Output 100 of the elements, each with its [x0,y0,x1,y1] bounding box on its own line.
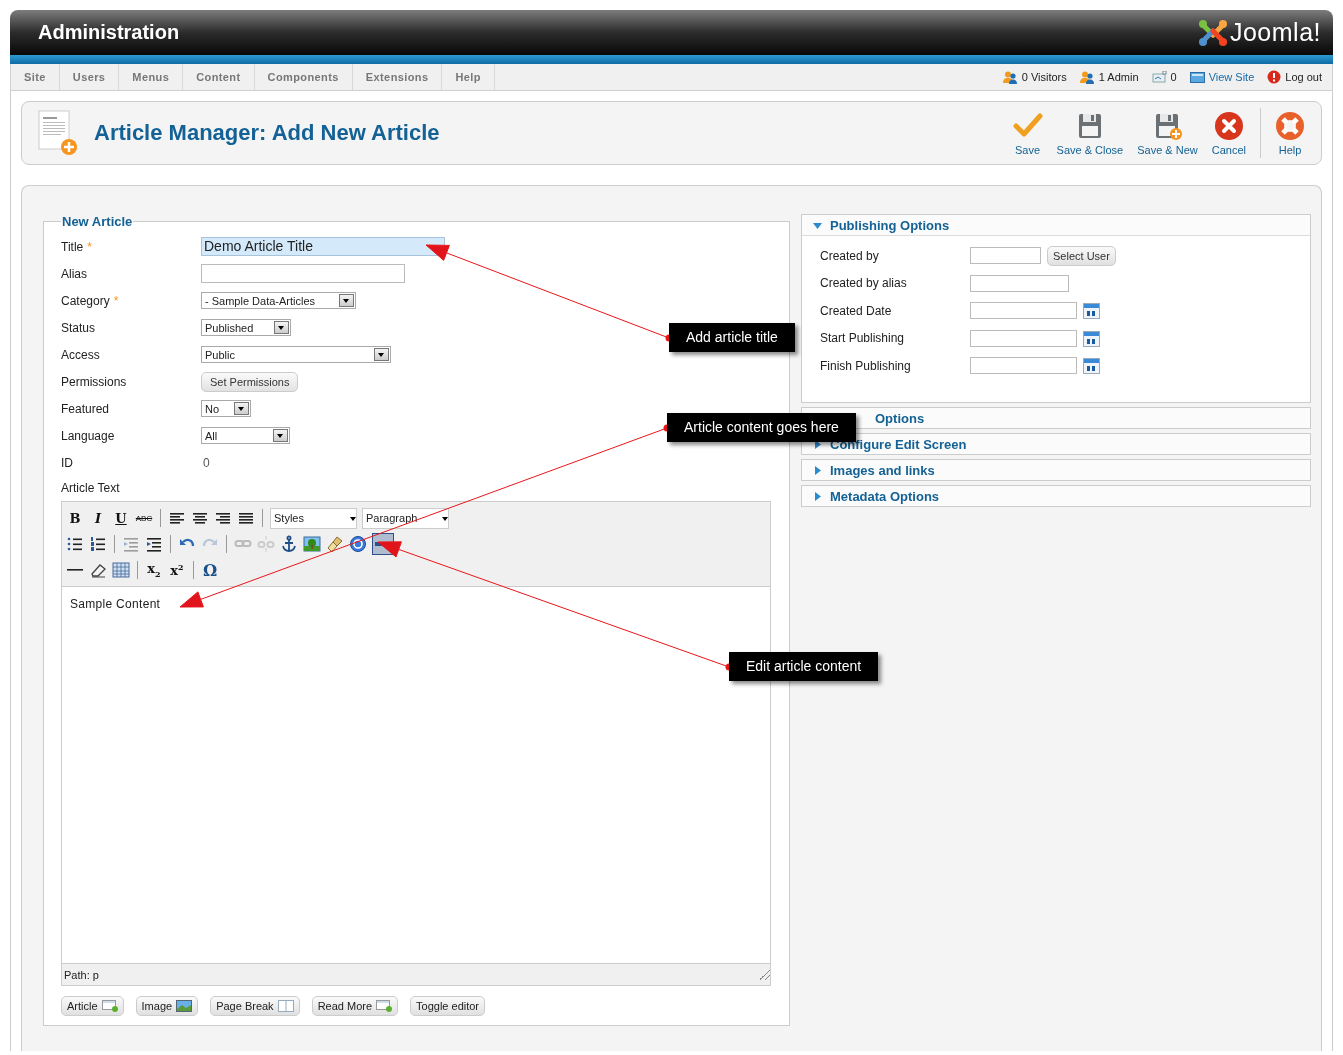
field-label: Featured [61,401,110,416]
field-label: Start Publishing [820,331,906,346]
format-dropdown[interactable]: Paragraph [362,507,449,529]
charmap-button[interactable]: Ω [201,560,219,580]
status-text: 0 Visitors [1021,71,1067,83]
header-title: Administration [38,21,180,44]
menu-item[interactable]: Site [11,64,60,90]
anchor-icon[interactable] [280,535,298,553]
image-icon [176,1000,193,1012]
field-label: Access [61,347,100,362]
field-label: Title [61,239,84,254]
status-text: 0 [1170,71,1177,83]
italic-button[interactable]: I [89,510,107,526]
annotation-callout: Article content goes here [667,413,856,442]
dropdown[interactable]: Published [201,319,291,336]
menu-item[interactable]: Extensions [352,64,443,90]
value-text: 0 [202,455,210,470]
field-label: Category [61,293,110,308]
calendar-icon[interactable] [1083,302,1100,320]
field-label: Created by [820,248,880,263]
superscript-button[interactable]: x$^{2}$ [168,561,186,579]
panel-header[interactable]: Metadata Options [802,486,1310,506]
brush-icon[interactable] [326,535,344,553]
document-add-icon [36,109,80,157]
menu-item[interactable]: Users [59,64,120,90]
editor-button[interactable]: Article [61,996,124,1016]
status-link[interactable]: View Site [1208,71,1255,83]
dropdown[interactable]: - Sample Data-Articles [201,292,356,309]
status-text: 1 Admin [1098,71,1139,83]
message-icon [1151,71,1167,83]
toolbar-button[interactable]: Save & Close [1050,110,1130,156]
status-link[interactable]: Log out [1285,71,1322,83]
panel-title: Options [875,410,925,426]
table-icon[interactable] [112,561,130,579]
field-label: Finish Publishing [820,358,912,373]
annotation-callout: Add article title [669,323,795,352]
field-label: Article Text [61,481,120,495]
format-dropdown[interactable]: Styles [270,507,357,529]
field-label: Permissions [61,374,127,389]
image-icon[interactable] [303,535,321,553]
underline-button[interactable]: U [112,510,130,526]
toolbar-button[interactable]: Help [1269,110,1311,156]
panel-header[interactable]: Images and links [802,460,1310,480]
text-field[interactable] [970,274,1069,292]
subscript-button[interactable]: x$_{2}$ [145,561,163,579]
editor-button[interactable]: Read More [311,996,399,1016]
page-title: Article Manager: Add New Article [94,120,441,146]
editor-button[interactable]: Toggle editor [410,996,486,1016]
panel-header[interactable]: Configure Edit Screen [802,434,1310,454]
field-label: Created by alias [820,276,908,291]
document-add-icon [101,1000,118,1012]
field-label: Alias [61,266,87,281]
users-icon [1079,70,1095,84]
life-ring-icon [1275,110,1305,141]
logo-icon [1197,17,1228,48]
toolbar-button[interactable]: Cancel [1205,110,1252,156]
screen-icon [1189,71,1205,83]
editor-button[interactable]: Image [135,996,199,1016]
bold-button[interactable]: B [66,510,84,526]
strike-button[interactable]: ABC [135,513,153,523]
menu-item[interactable]: Content [183,64,255,90]
fieldset-legend: New Article [61,214,134,229]
panel-title: Publishing Options [830,217,950,233]
panel-title: Images and links [830,462,935,478]
panel-header[interactable]: Publishing Options [802,215,1310,235]
element-path: Path: p [64,968,99,981]
dropdown[interactable]: Public [201,346,391,363]
text-field[interactable]: Demo Article Title [201,237,445,256]
field-label: ID [61,455,73,470]
date-field[interactable] [970,302,1077,320]
menu-item[interactable]: Components [254,64,353,90]
panel-title: Metadata Options [830,488,940,504]
calendar-icon[interactable] [1083,329,1100,347]
field-label: Created Date [820,303,893,318]
date-field[interactable] [970,329,1077,347]
field-label: Language [61,428,115,443]
dropdown[interactable]: All [201,427,290,444]
page-break-icon [277,1000,294,1012]
menu-item[interactable]: Menus [119,64,184,90]
annotation-callout: Edit article content [729,652,879,681]
required-mark: * [87,239,92,254]
form-button[interactable]: Set Permissions [201,371,299,392]
text-field[interactable] [201,264,405,283]
select-user-button[interactable]: Select User [1047,245,1116,266]
toolbar-button[interactable]: Save [1006,110,1049,156]
bullet-list-icon[interactable] [66,535,84,553]
date-field[interactable] [970,357,1077,375]
required-mark: * [113,293,119,308]
users-icon [1002,70,1018,84]
editor-button[interactable]: Page Break [210,996,300,1016]
alert-icon [1267,70,1282,84]
toolbar-button[interactable]: Save & New [1131,110,1204,156]
menu-item[interactable]: Help [442,64,495,90]
indent-icon[interactable] [145,535,163,553]
close-icon [1213,110,1244,141]
numbered-list-icon[interactable] [89,535,107,553]
calendar-icon[interactable] [1083,357,1100,375]
dropdown[interactable]: No [201,400,251,417]
logo-text: Joomla! [1229,18,1321,47]
text-field[interactable] [970,247,1041,265]
